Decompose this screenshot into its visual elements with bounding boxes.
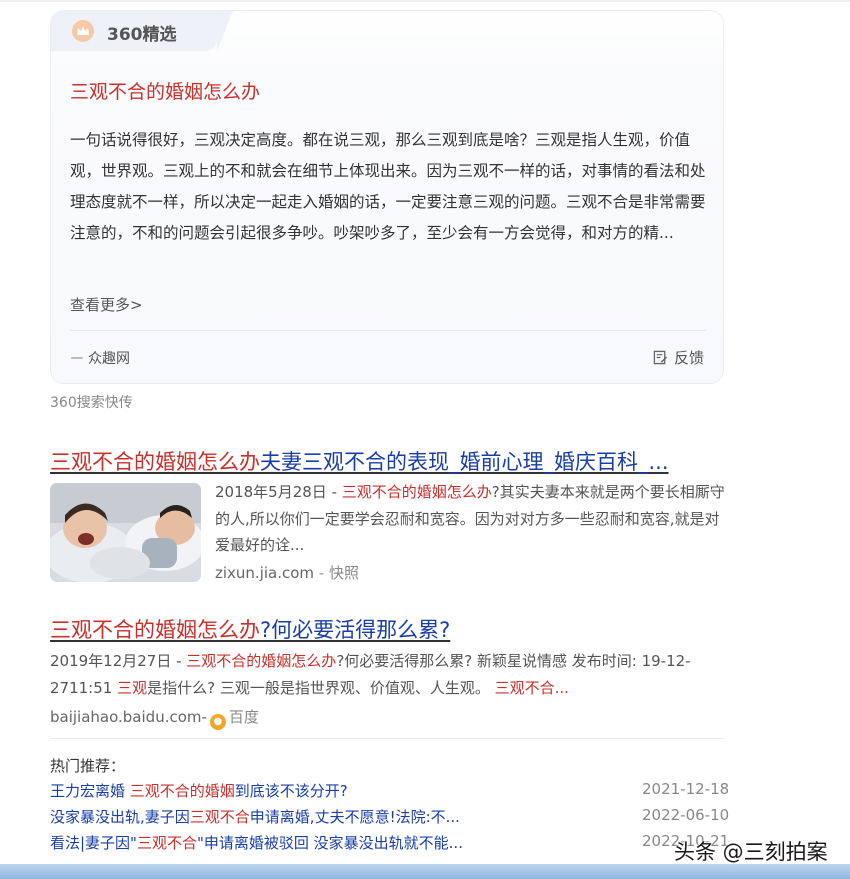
featured-tag-label: 360精选 [107, 25, 177, 45]
see-more-link[interactable]: 查看更多> [70, 294, 143, 315]
hot-item-3-text-post: "申请离婚被驳回 没家暴没出轨就不能... [196, 834, 463, 852]
hot-item-2-date: 2022-06-10 [642, 806, 730, 824]
watermark-text: 头条 @三刻拍案 [674, 840, 828, 864]
hot-item-3-highlight: 三观不合 [136, 834, 197, 852]
hot-item-2-text-post: 申请离婚,丈夫不愿意!法院:不... [249, 808, 460, 826]
result-1-title-highlight: 三观不合的婚姻怎么办 [50, 450, 260, 474]
hot-item-2-text-pre: 没家暴没出轨,妻子因 [50, 808, 190, 826]
card-divider [70, 330, 706, 331]
result-2-title-rest: ?何必要活得那么累? [260, 618, 451, 642]
result-2-site-line: baijiahao.baidu.com- ● 百度 [50, 706, 259, 730]
hot-item-3-text-pre: 看法|妻子因" [50, 834, 137, 852]
result-1-thumbnail[interactable] [50, 483, 201, 582]
result-1-date: 2018年5月28日 - [215, 483, 342, 501]
result-2-snippet-highlight: 三观不合的婚姻怎么办 [186, 652, 337, 670]
hot-item-1-text-post: 到底该不该分开? [234, 782, 348, 800]
result-2-snippet-highlight-2: 三观 [117, 678, 148, 697]
result-1-snippet: 2018年5月28日 - 三观不合的婚姻怎么办?其实夫妻本来就是两个要长相厮守的… [215, 479, 725, 559]
result-2-snippet: 2019年12月27日 - 三观不合的婚姻怎么办?何必要活得那么累? 新颖星说情… [50, 648, 726, 701]
featured-title-link[interactable]: 三观不合的婚姻怎么办 [70, 77, 260, 104]
hot-item-3-link[interactable]: 看法|妻子因"三观不合"申请离婚被驳回 没家暴没出轨就不能... [50, 832, 463, 853]
360-crown-icon [72, 20, 94, 42]
result-1-site-separator: - [314, 564, 329, 582]
couple-photo-image [50, 483, 201, 582]
hot-item-1-link[interactable]: 王力宏离婚 三观不合的婚姻到底该不该分开? [50, 780, 348, 801]
bottom-bar [0, 864, 850, 879]
featured-tag: 360精选 [51, 11, 233, 51]
top-border [0, 0, 850, 2]
result-2-date: 2019年12月27日 - [50, 652, 187, 670]
result-1-title-link[interactable]: 三观不合的婚姻怎么办夫妻三观不合的表现_婚前心理_婚庆百科_... [50, 446, 669, 476]
hot-item-1-highlight: 三观不合的婚姻 [129, 782, 235, 800]
source-site-icon [71, 357, 83, 359]
hot-item-1-text-pre: 王力宏离婚 [50, 782, 130, 800]
related-divider [50, 738, 724, 739]
hot-item-1-date: 2021-12-18 [642, 780, 730, 798]
result-2-source-badge: 百度 [228, 708, 259, 726]
result-2-snippet-text-2: 是指什么? 三观一般是指世界观、价值观、人生观。 [147, 678, 495, 697]
result-2-site-url[interactable]: baijiahao.baidu.com- [50, 708, 207, 726]
result-1-site-line: zixun.jia.com - 快照 [215, 562, 359, 583]
result-1-title-rest: 夫妻三观不合的表现_婚前心理_婚庆百科_... [260, 450, 669, 474]
result-1-snippet-highlight: 三观不合的婚姻怎么办 [341, 483, 492, 501]
result-1-snapshot-link[interactable]: 快照 [329, 564, 359, 582]
result-2-title-link[interactable]: 三观不合的婚姻怎么办?何必要活得那么累? [50, 614, 450, 644]
result-2-title-highlight: 三观不合的婚姻怎么办 [50, 618, 260, 642]
quick-publish-label: 360搜索快传 [50, 395, 133, 411]
feedback-edit-icon [653, 350, 668, 365]
result-1-site-url[interactable]: zixun.jia.com [215, 564, 314, 582]
result-2-snippet-highlight-3: 三观不合... [494, 678, 569, 697]
baidu-paw-icon: ● [209, 714, 226, 730]
source-label: 众趣网 [88, 351, 130, 367]
hot-recommend-heading: 热门推荐： [50, 757, 126, 775]
hot-item-2-highlight: 三观不合 [189, 808, 250, 826]
featured-answer-card: 360精选 三观不合的婚姻怎么办 一句话说得很好，三观决定高度。都在说三观，那么… [50, 10, 724, 384]
feedback-label: 反馈 [673, 349, 704, 367]
featured-body-text: 一句话说得很好，三观决定高度。都在说三观，那么三观到底是啥？三观是指人生观，价值… [70, 131, 706, 242]
source-attribution[interactable]: 众趣网 [71, 348, 130, 368]
hot-item-2-link[interactable]: 没家暴没出轨,妻子因三观不合申请离婚,丈夫不愿意!法院:不... [50, 806, 460, 827]
feedback-button[interactable]: 反馈 [653, 347, 704, 368]
